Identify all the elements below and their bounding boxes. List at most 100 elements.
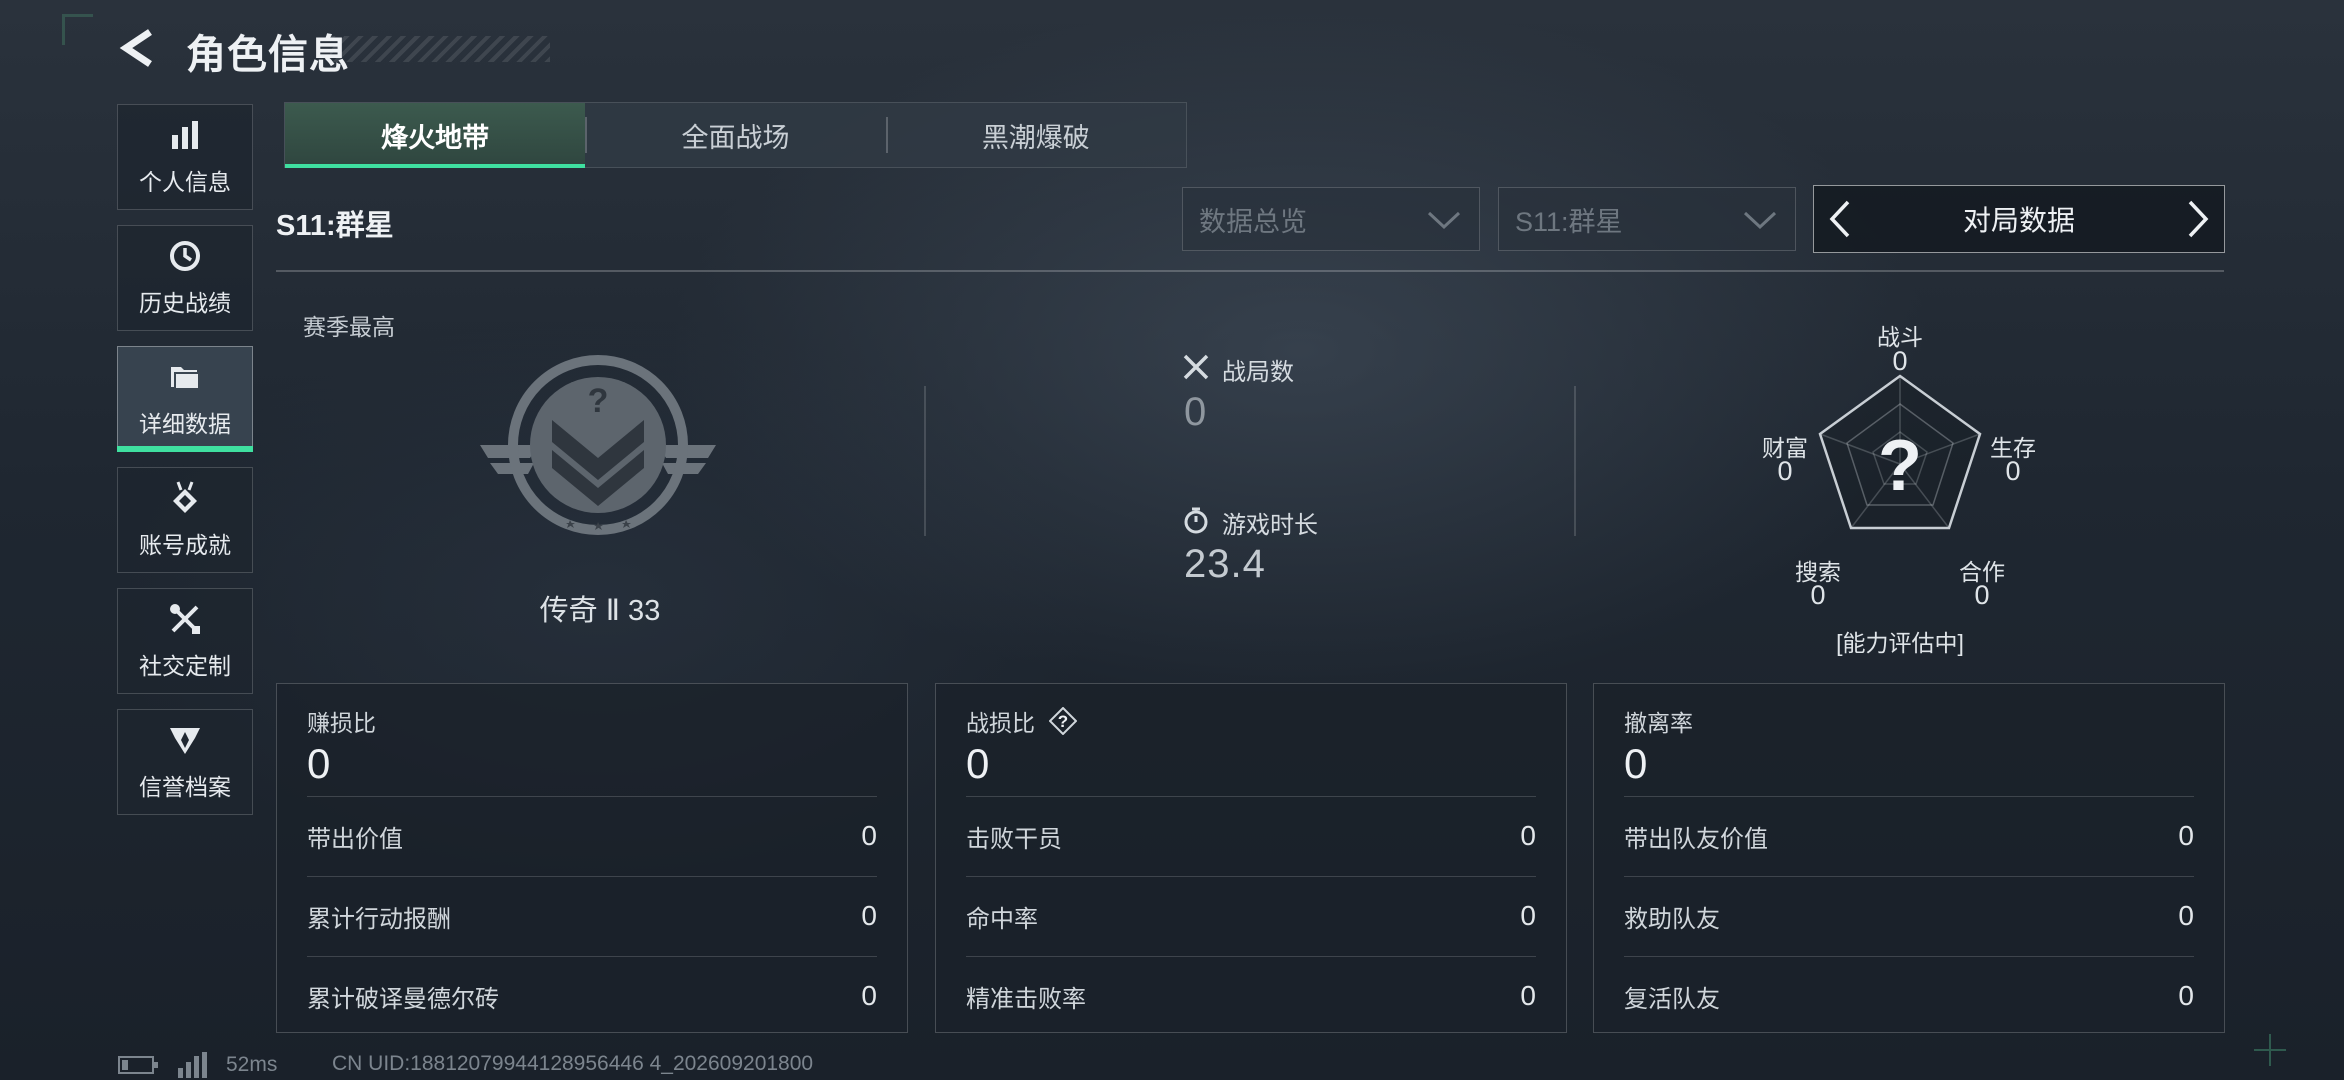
card-row: 累计行动报酬 0 [307, 876, 877, 955]
row-value: 0 [1520, 980, 1536, 1011]
row-label: 带出价值 [307, 825, 403, 853]
playtime-value: 23.4 [1184, 542, 1266, 586]
playtime-label: 游戏时长 [1222, 512, 1318, 539]
sidebar-item-label: 历史战绩 [139, 290, 231, 316]
card-main-value: 0 [307, 740, 331, 787]
sidebar-item-reputation[interactable]: 信誉档案 [117, 709, 253, 815]
corner-plus-decoration [2254, 1034, 2286, 1066]
tab-fenghuo[interactable]: 烽火地带 [285, 103, 586, 168]
row-label: 累计破译曼德尔砖 [307, 985, 499, 1013]
radar-value-wealth: 0 [1777, 456, 1793, 486]
history-clock-icon [170, 241, 200, 271]
card-row: 带出价值 0 [307, 796, 877, 875]
card-row: 累计破译曼德尔砖 0 [307, 956, 877, 1035]
tools-icon [170, 604, 200, 634]
bar-chart-icon [172, 121, 198, 149]
chevron-down-icon [1427, 211, 1461, 230]
row-value: 0 [2178, 900, 2194, 931]
season-dropdown-value: S11:群星 [1515, 206, 1623, 237]
row-value: 0 [861, 820, 877, 851]
season-best-label: 赛季最高 [303, 314, 395, 340]
card-title: 战损比 [966, 710, 1035, 736]
vertical-divider [1574, 386, 1576, 536]
sidebar-item-history[interactable]: 历史战绩 [117, 225, 253, 331]
radar-value-survival: 0 [2005, 456, 2021, 486]
matches-value: 0 [1184, 390, 1208, 434]
row-label: 命中率 [966, 905, 1038, 933]
season-dropdown[interactable]: S11:群星 [1498, 187, 1796, 251]
status-bar: 52ms [118, 1052, 277, 1078]
radar-value-search: 0 [1810, 580, 1826, 610]
radar-status-text: [能力评估中] [1836, 630, 1964, 656]
matches-label: 战局数 [1222, 359, 1294, 386]
medal-icon [173, 481, 197, 513]
title-stripes [330, 36, 550, 62]
rank-badge-icon: ? [480, 355, 716, 535]
radar-value-combat: 0 [1892, 346, 1908, 376]
help-question-icon[interactable]: ? [1049, 707, 1077, 735]
card-row: 精准击败率 0 [966, 956, 1536, 1035]
sidebar-item-personal-info[interactable]: 个人信息 [117, 104, 253, 210]
battery-icon [118, 1056, 158, 1074]
mode-tabs: 烽火地带 全面战场 黑潮爆破 [284, 102, 1187, 168]
sidebar-item-label: 信誉档案 [139, 774, 231, 800]
row-label: 击败干员 [966, 825, 1062, 853]
row-label: 带出队友价值 [1624, 825, 1768, 853]
card-row: 救助队友 0 [1624, 876, 2194, 955]
overview-dropdown-value: 数据总览 [1199, 206, 1307, 237]
sidebar-item-label: 账号成就 [139, 532, 231, 558]
card-title: 撤离率 [1624, 710, 1693, 736]
card-row: 击败干员 0 [966, 796, 1536, 875]
sidebar-item-social[interactable]: 社交定制 [117, 588, 253, 694]
svg-text:?: ? [588, 382, 609, 420]
row-value: 0 [861, 900, 877, 931]
back-arrow-icon[interactable] [116, 26, 160, 70]
page-title: 角色信息 [186, 33, 350, 77]
shield-wing-icon [170, 728, 200, 754]
data-mode-label: 对局数据 [1962, 205, 2075, 236]
row-value: 0 [1520, 820, 1536, 851]
card-title: 赚损比 [307, 710, 376, 736]
tab-heichao[interactable]: 黑潮爆破 [885, 103, 1186, 167]
card-row: 带出队友价值 0 [1624, 796, 2194, 875]
sidebar-item-label: 社交定制 [139, 653, 231, 679]
season-title: S11:群星 [276, 210, 394, 242]
radar-center-symbol: ? [1878, 426, 1922, 506]
row-value: 0 [1520, 900, 1536, 931]
uid-text: CN UID:18812079944128956446 4_2026092018… [332, 1052, 814, 1075]
overview-dropdown[interactable]: 数据总览 [1182, 187, 1480, 251]
section-divider [276, 270, 2224, 272]
sidebar-item-detailed-data[interactable]: 详细数据 [117, 346, 253, 452]
stat-card-extract-rate: 撤离率 0 带出队友价值 0 救助队友 0 复活队友 0 [1593, 683, 2225, 1033]
season-best-rank: 传奇 Ⅱ 33 [539, 595, 661, 627]
row-value: 0 [2178, 980, 2194, 1011]
sidebar-item-achievements[interactable]: 账号成就 [117, 467, 253, 573]
sidebar-item-label: 详细数据 [139, 411, 231, 437]
signal-icon [178, 1052, 207, 1078]
chevron-left-icon[interactable] [1824, 198, 1854, 240]
svg-text:?: ? [1058, 712, 1068, 731]
folder-icon [171, 367, 200, 390]
chevron-right-icon[interactable] [2184, 198, 2214, 240]
row-value: 0 [2178, 820, 2194, 851]
row-label: 复活队友 [1624, 985, 1720, 1013]
crossed-swords-icon [1183, 354, 1209, 380]
chevron-down-icon [1743, 211, 1777, 230]
ability-radar-chart: ? [1818, 374, 1982, 530]
tab-quanmian[interactable]: 全面战场 [585, 103, 885, 167]
corner-decoration [62, 14, 93, 45]
ping-text: 52ms [226, 1053, 278, 1076]
radar-value-cooperation: 0 [1974, 580, 1990, 610]
stopwatch-icon [1184, 507, 1208, 534]
row-value: 0 [861, 980, 877, 1011]
card-main-value: 0 [1624, 740, 1648, 787]
row-label: 救助队友 [1624, 905, 1720, 933]
stat-card-kd-ratio: 战损比 ? 0 击败干员 0 命中率 0 精准击败率 0 [935, 683, 1567, 1033]
card-row: 命中率 0 [966, 876, 1536, 955]
stat-card-profit-ratio: 赚损比 0 带出价值 0 累计行动报酬 0 累计破译曼德尔砖 0 [276, 683, 908, 1033]
row-label: 累计行动报酬 [307, 905, 451, 933]
card-main-value: 0 [966, 740, 990, 787]
row-label: 精准击败率 [966, 985, 1086, 1013]
vertical-divider [924, 386, 926, 536]
sidebar-item-label: 个人信息 [139, 169, 231, 195]
